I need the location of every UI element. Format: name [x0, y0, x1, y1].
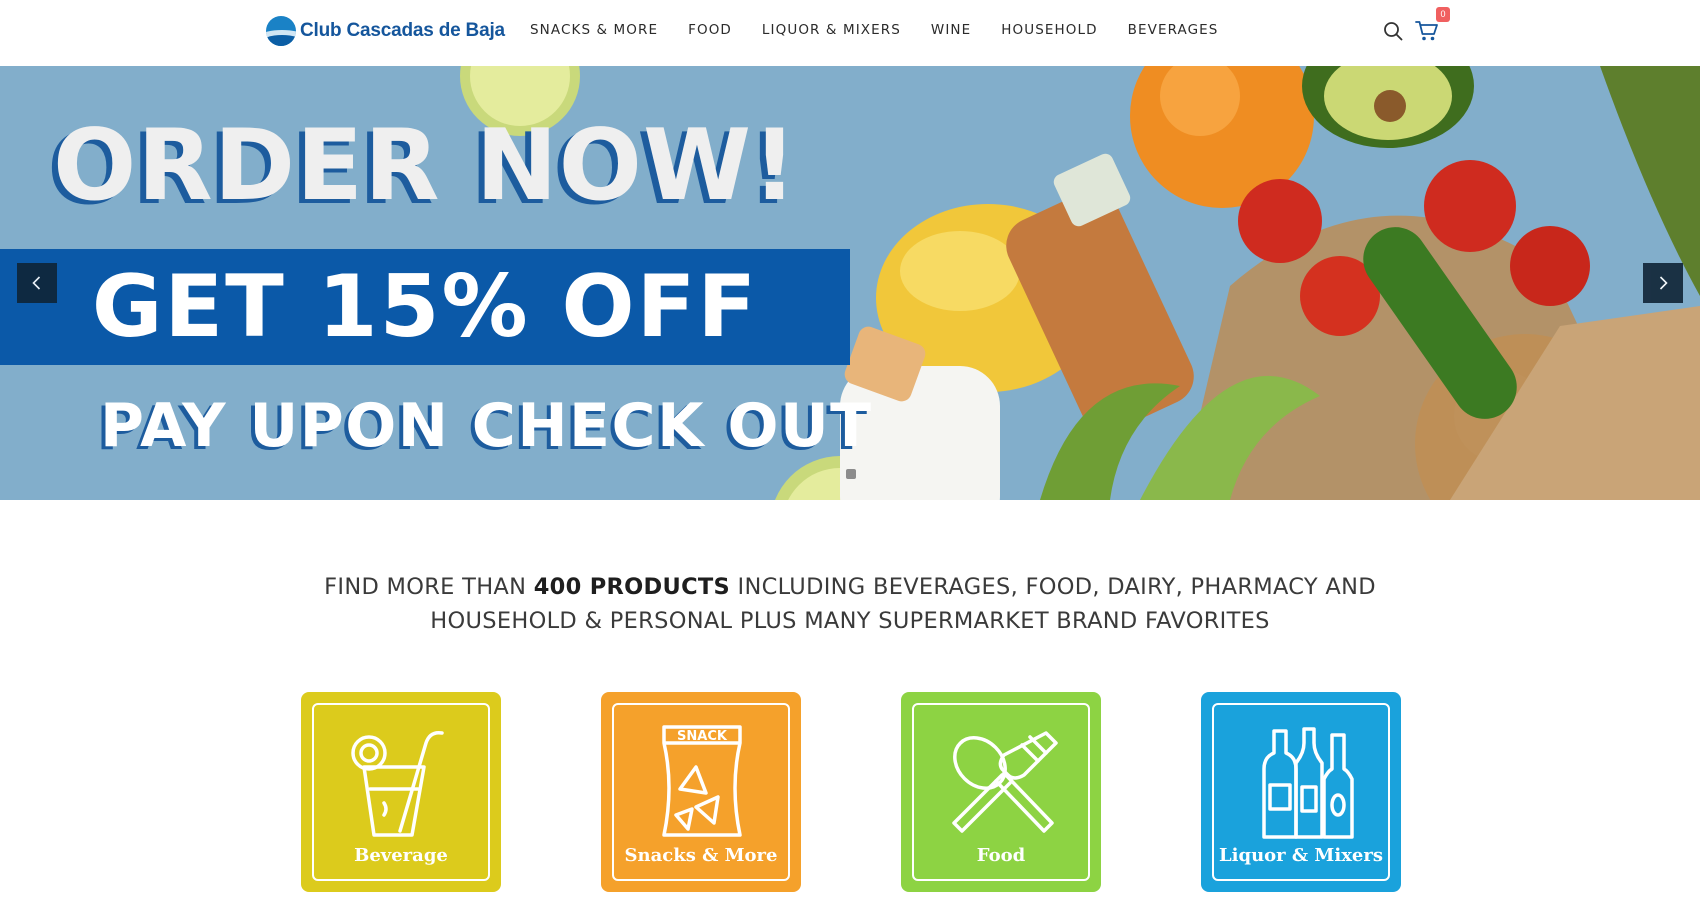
intro-part-1: FIND MORE THAN — [324, 574, 534, 600]
search-icon[interactable] — [1383, 21, 1403, 41]
cart-icon[interactable] — [1415, 20, 1439, 42]
slider-dot[interactable] — [846, 469, 856, 479]
tile-label: Food — [976, 845, 1026, 866]
tile-label: Beverage — [354, 845, 448, 866]
drink-glass-icon — [351, 730, 444, 837]
wave-logo-icon — [266, 16, 296, 46]
nav-snacks-more[interactable]: SNACKS & MORE — [530, 22, 658, 38]
tile-label: Snacks & More — [624, 845, 778, 866]
category-tile-liquor-mixers[interactable]: Liquor & Mixers — [1201, 692, 1401, 892]
slider-next-button[interactable] — [1643, 263, 1683, 303]
svg-text:SNACK: SNACK — [677, 729, 728, 744]
tile-frame: Food — [912, 703, 1090, 881]
main-nav: SNACKS & MORE FOOD LIQUOR & MIXERS WINE … — [530, 22, 1248, 38]
cart-count-badge: 0 — [1436, 7, 1450, 22]
intro-text: FIND MORE THAN 400 PRODUCTS INCLUDING BE… — [250, 570, 1450, 638]
tile-label: Liquor & Mixers — [1218, 845, 1383, 866]
tile-frame: Liquor & Mixers — [1212, 703, 1390, 881]
site-header: Club Cascadas de Baja SNACKS & MORE FOOD… — [0, 0, 1700, 66]
nav-liquor-mixers[interactable]: LIQUOR & MIXERS — [762, 22, 901, 38]
brand-name: Club Cascadas de Baja — [300, 20, 505, 41]
nav-household[interactable]: HOUSEHOLD — [1001, 22, 1097, 38]
nav-wine[interactable]: WINE — [931, 22, 971, 38]
snack-bag-icon: SNACK — [662, 725, 742, 837]
hero-banner: ORDER NOW! GET 15% OFF PAY UPON CHECK OU… — [0, 66, 1700, 500]
tile-frame: SNACK Snacks & More — [612, 703, 790, 881]
offer-band: GET 15% OFF — [0, 249, 850, 365]
chevron-right-icon — [1659, 276, 1668, 290]
hero-title: ORDER NOW! — [53, 109, 798, 223]
tile-frame: Beverage — [312, 703, 490, 881]
nav-beverages[interactable]: BEVERAGES — [1128, 22, 1219, 38]
intro-highlight: 400 PRODUCTS — [533, 574, 731, 600]
hero-subtitle: PAY UPON CHECK OUT — [100, 391, 873, 461]
slider-prev-button[interactable] — [17, 263, 57, 303]
spoon-fork-icon — [952, 731, 1058, 833]
category-tile-food[interactable]: Food — [901, 692, 1101, 892]
brand-logo[interactable]: Club Cascadas de Baja — [266, 16, 505, 46]
category-tile-beverage[interactable]: Beverage — [301, 692, 501, 892]
bottles-icon — [1262, 727, 1354, 839]
offer-text: GET 15% OFF — [91, 257, 759, 357]
nav-food[interactable]: FOOD — [688, 22, 732, 38]
category-tile-snacks-more[interactable]: SNACK Snacks & More — [601, 692, 801, 892]
chevron-left-icon — [32, 276, 41, 290]
